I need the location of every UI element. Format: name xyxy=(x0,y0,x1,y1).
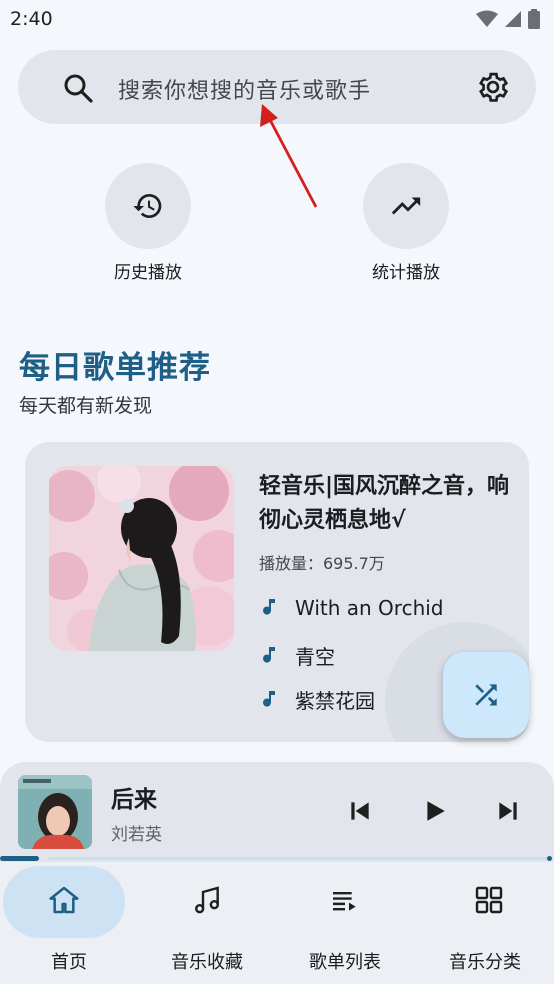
status-icons xyxy=(476,9,540,29)
nav-label-playlist: 歌单列表 xyxy=(309,952,381,973)
nav-label-music-category: 音乐分类 xyxy=(449,952,521,973)
nav-item-music-category[interactable]: 音乐分类 xyxy=(416,862,554,984)
song-item[interactable]: 紫禁花园 xyxy=(259,685,375,714)
now-playing-cover xyxy=(18,775,92,849)
playlist-title: 轻音乐|国风沉醉之音，响彻心灵栖息地√ xyxy=(259,474,510,533)
nav-item-playlist[interactable]: 歌单列表 xyxy=(276,862,414,984)
battery-icon xyxy=(528,9,540,29)
progress-background xyxy=(48,857,548,860)
search-icon xyxy=(64,74,93,103)
shuffle-button[interactable] xyxy=(443,652,529,738)
nav-label-home: 首页 xyxy=(51,952,87,973)
music-note-icon xyxy=(263,690,275,707)
music-note-icon xyxy=(263,646,275,663)
playback-progress-bar[interactable] xyxy=(0,856,554,861)
nav-label-music-collection: 音乐收藏 xyxy=(171,952,243,973)
song-title: With an Orchid xyxy=(295,596,444,620)
history-icon xyxy=(133,194,162,218)
next-icon[interactable] xyxy=(495,798,521,824)
song-item[interactable]: 青空 xyxy=(259,641,335,670)
history-label: 历史播放 xyxy=(114,263,182,283)
now-playing-cover-image xyxy=(18,775,92,849)
playlist-cover xyxy=(49,466,234,651)
home-icon xyxy=(49,886,79,914)
section-title: 每日歌单推荐 xyxy=(19,350,211,386)
bottom-navigation: 首页 音乐收藏 歌单列表 音乐分类 xyxy=(0,862,554,984)
grid-category-icon xyxy=(475,886,503,914)
music-note-icon xyxy=(263,599,275,615)
section-subtitle: 每天都有新发现 xyxy=(19,395,153,417)
statistics-button[interactable] xyxy=(363,163,449,249)
search-input[interactable]: 搜索你想搜的音乐或歌手 xyxy=(118,73,371,105)
now-playing-artist: 刘若英 xyxy=(111,825,162,845)
playlist-play-count: 播放量：695.7万 xyxy=(259,554,385,573)
status-bar: 2:40 xyxy=(0,0,554,38)
shuffle-icon xyxy=(475,684,497,706)
song-item[interactable]: With an Orchid xyxy=(259,596,444,620)
statistics-label: 统计播放 xyxy=(372,263,440,283)
now-playing-title: 后来 xyxy=(111,787,157,813)
play-icon[interactable] xyxy=(422,798,448,824)
nav-item-music-collection[interactable]: 音乐收藏 xyxy=(138,862,276,984)
progress-end-dot xyxy=(547,856,552,861)
trending-up-icon xyxy=(391,197,421,215)
song-title: 青空 xyxy=(295,645,335,669)
playlist-icon xyxy=(333,892,356,911)
song-title: 紫禁花园 xyxy=(295,689,375,713)
annotation-arrow xyxy=(260,104,318,208)
history-button[interactable] xyxy=(105,163,191,249)
previous-icon[interactable] xyxy=(347,798,373,824)
status-time: 2:40 xyxy=(10,8,53,30)
mini-player[interactable]: 后来 刘若英 xyxy=(0,762,554,862)
music-collection-icon xyxy=(195,886,219,914)
gear-icon[interactable] xyxy=(476,70,510,104)
nav-item-home[interactable]: 首页 xyxy=(0,862,138,984)
playlist-cover-image xyxy=(49,466,234,651)
signal-icon xyxy=(505,11,521,27)
wifi-icon xyxy=(476,10,498,27)
progress-fill xyxy=(0,856,39,861)
